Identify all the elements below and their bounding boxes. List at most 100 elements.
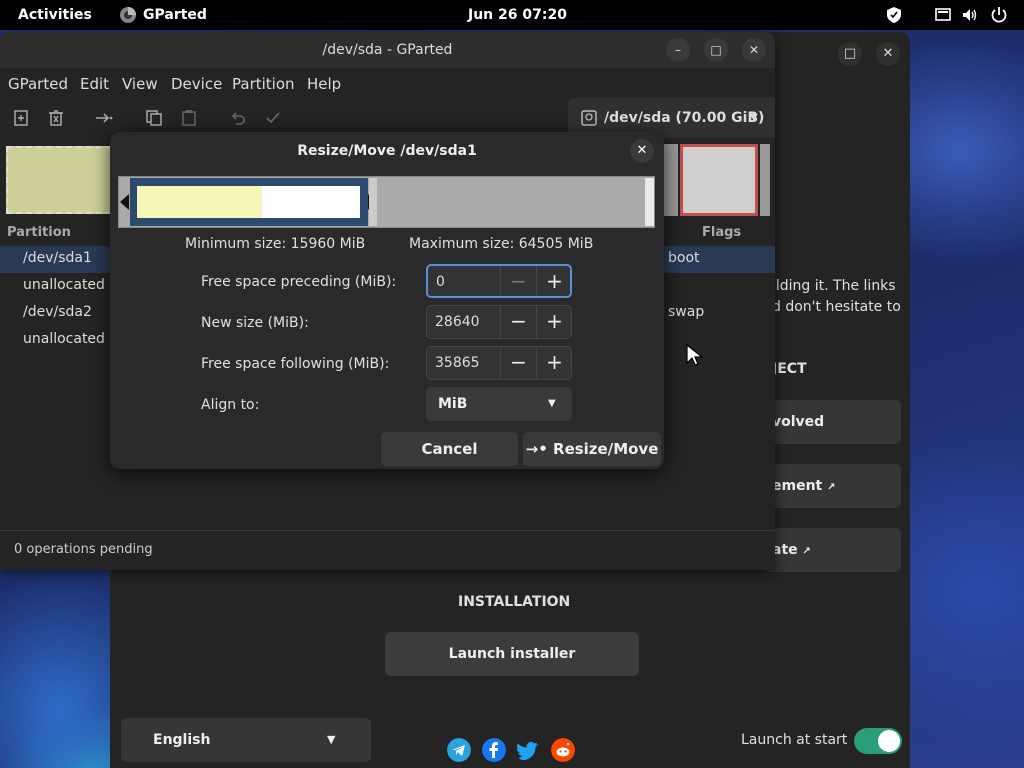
new-size-label: New size (MiB): — [201, 315, 309, 331]
telegram-icon[interactable] — [447, 738, 471, 762]
maximize-icon[interactable]: □ — [838, 42, 862, 66]
partition-name: /dev/sda2 — [23, 304, 92, 320]
menu-edit[interactable]: Edit — [80, 75, 109, 93]
close-icon[interactable]: ✕ — [876, 42, 900, 66]
delete-partition-icon[interactable] — [46, 108, 66, 128]
disk-map-sda2[interactable] — [680, 144, 758, 216]
partition-resize-slider[interactable] — [118, 176, 655, 228]
clock[interactable]: Jun 26 07:20 — [468, 7, 567, 23]
decrement-button[interactable]: − — [500, 306, 536, 338]
reddit-icon[interactable] — [551, 738, 575, 762]
increment-button[interactable]: + — [536, 347, 571, 379]
apply-icon[interactable] — [263, 108, 283, 128]
partition-block[interactable] — [130, 178, 368, 226]
card-label: volved — [772, 414, 825, 430]
language-select[interactable]: English ▼ — [121, 718, 371, 762]
launch-at-start-label: Launch at start — [741, 732, 848, 748]
resize-move-icon[interactable] — [94, 108, 114, 128]
column-partition[interactable]: Partition — [7, 225, 71, 240]
display-icon[interactable] — [934, 6, 952, 24]
left-resize-handle-icon[interactable] — [120, 194, 129, 210]
twitter-icon[interactable] — [516, 738, 540, 762]
mouse-cursor-icon — [686, 344, 704, 366]
free-space-following-spinner[interactable]: 35865 − + — [426, 346, 572, 380]
increment-button[interactable]: + — [536, 266, 570, 296]
partition-flags: boot — [668, 250, 700, 266]
align-to-select[interactable]: MiB ▼ — [426, 387, 572, 421]
decrement-button[interactable]: − — [500, 266, 536, 296]
external-link-icon: ↗ — [827, 482, 836, 493]
menu-gparted[interactable]: GParted — [8, 75, 68, 93]
facebook-icon[interactable] — [482, 738, 506, 762]
card-label: ement — [772, 478, 823, 494]
resize-move-icon: →• — [525, 440, 548, 458]
welcome-text-line: d don't hesitate to — [772, 299, 901, 315]
menu-bar: GParted Edit View Device Partition Help — [0, 68, 775, 98]
volume-icon[interactable] — [961, 6, 979, 24]
new-partition-icon[interactable] — [11, 108, 31, 128]
dropdown-arrow-icon: ▼ — [750, 112, 758, 123]
activities-button[interactable]: Activities — [18, 7, 92, 23]
launch-installer-button[interactable]: Launch installer — [385, 632, 639, 676]
device-label: /dev/sda (70.00 GiB) — [604, 110, 765, 126]
resize-handle-bar[interactable] — [369, 178, 377, 226]
new-size-spinner[interactable]: 28640 − + — [426, 305, 572, 339]
toggle-knob — [878, 730, 900, 752]
undo-icon[interactable] — [228, 108, 248, 128]
slider-end-marker — [645, 178, 654, 226]
launch-at-start-toggle[interactable] — [854, 728, 902, 754]
project-section-heading: JECT — [772, 361, 807, 377]
decrement-button[interactable]: − — [500, 347, 536, 379]
menu-view[interactable]: View — [122, 75, 158, 93]
minimum-size-label: Minimum size: 15960 MiB — [185, 236, 366, 252]
status-bar: 0 operations pending — [0, 530, 775, 570]
align-to-value: MiB — [438, 396, 468, 412]
card-label: ate — [772, 542, 798, 558]
welcome-text-line: ilding it. The links — [772, 278, 896, 294]
language-value: English — [153, 732, 211, 748]
free-space-bar — [262, 186, 360, 218]
align-to-label: Align to: — [201, 397, 260, 413]
cancel-button[interactable]: Cancel — [381, 432, 518, 466]
free-space-following-input[interactable]: 35865 — [427, 347, 501, 379]
new-size-input[interactable]: 28640 — [427, 306, 501, 338]
development-card[interactable]: ement ↗ — [764, 464, 901, 508]
minimize-icon[interactable]: – — [666, 38, 690, 62]
gparted-app-icon — [120, 7, 136, 23]
disk-map-sda1[interactable] — [6, 146, 112, 214]
get-involved-card[interactable]: volved — [764, 400, 901, 444]
dialog-title: Resize/Move /dev/sda1 — [297, 143, 477, 159]
menu-help[interactable]: Help — [307, 75, 341, 93]
increment-button[interactable]: + — [536, 306, 571, 338]
free-space-preceding-spinner[interactable]: 0 − + — [426, 264, 572, 298]
partition-name: unallocated — [23, 331, 105, 347]
paste-icon[interactable] — [179, 108, 199, 128]
power-icon[interactable] — [990, 6, 1008, 24]
close-icon[interactable]: ✕ — [742, 38, 766, 62]
app-menu-label[interactable]: GParted — [143, 7, 207, 23]
shield-icon[interactable] — [885, 6, 903, 24]
resize-move-dialog: Resize/Move /dev/sda1 ✕ Minimum size: 15… — [110, 132, 664, 469]
disk-icon — [581, 110, 597, 126]
used-space-bar — [137, 186, 262, 218]
copy-icon[interactable] — [144, 108, 164, 128]
donate-card[interactable]: ate ↗ — [764, 528, 901, 572]
partition-name: unallocated — [23, 277, 105, 293]
resize-move-label: Resize/Move — [553, 440, 659, 458]
window-title: /dev/sda - GParted — [0, 32, 775, 68]
resize-move-button[interactable]: →• Resize/Move — [523, 432, 661, 466]
menu-partition[interactable]: Partition — [232, 75, 295, 93]
maximum-size-label: Maximum size: 64505 MiB — [409, 236, 594, 252]
close-icon[interactable]: ✕ — [630, 139, 654, 163]
column-flags[interactable]: Flags — [702, 225, 741, 240]
dropdown-arrow-icon: ▼ — [548, 398, 556, 409]
partition-flags: swap — [668, 304, 705, 320]
free-space-following-label: Free space following (MiB): — [201, 356, 390, 372]
top-bar: Activities GParted Jun 26 07:20 — [0, 0, 1024, 30]
maximize-icon[interactable]: □ — [704, 38, 728, 62]
disk-map-unallocated[interactable] — [760, 144, 770, 216]
free-space-preceding-input[interactable]: 0 — [428, 266, 502, 296]
free-space-preceding-label: Free space preceding (MiB): — [201, 274, 397, 290]
menu-device[interactable]: Device — [171, 75, 222, 93]
external-link-icon: ↗ — [802, 546, 811, 557]
